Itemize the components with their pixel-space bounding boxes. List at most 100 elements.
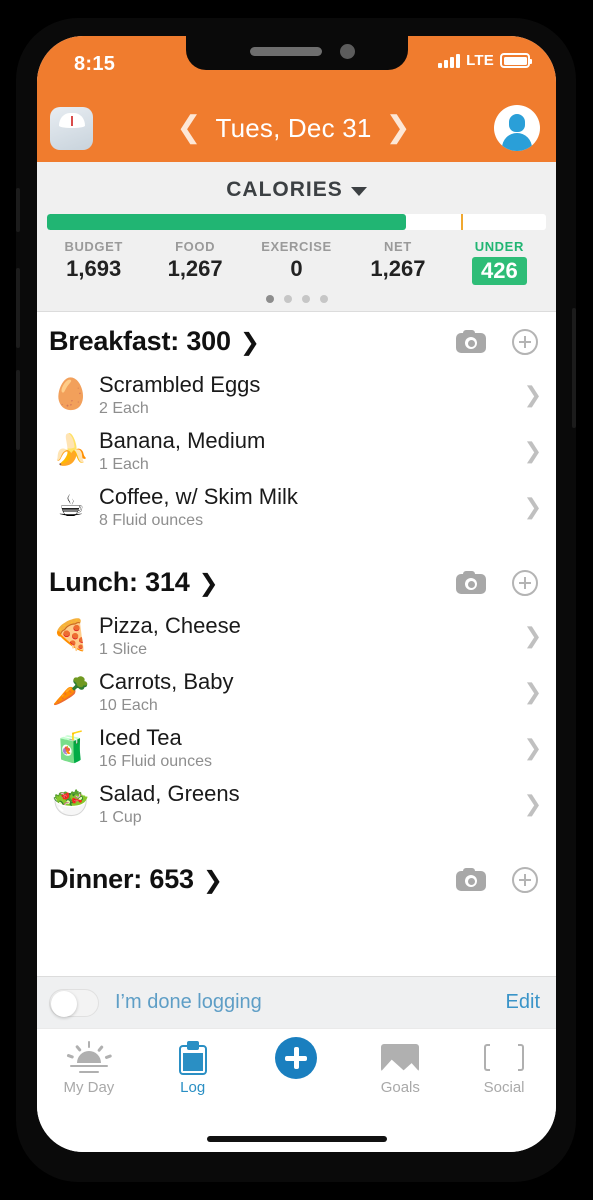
carrot-icon: 🥕 [52, 674, 90, 709]
food-item-row[interactable]: 🥗 Salad, Greens 1 Cup ❯ [37, 776, 556, 832]
calories-title-row[interactable]: CALORIES [37, 172, 556, 214]
food-item-row[interactable]: 🥚 Scrambled Eggs 2 Each ❯ [37, 367, 556, 423]
avatar-head [509, 114, 525, 132]
chevron-right-icon[interactable]: ❯ [518, 495, 542, 520]
chevron-down-icon[interactable] [350, 187, 367, 196]
earpiece-speaker-icon [249, 47, 322, 56]
food-item-text: Banana, Medium 1 Each [93, 428, 518, 474]
chevron-right-icon[interactable]: ❯ [518, 792, 542, 817]
stat-net: NET 1,267 [347, 239, 448, 285]
stat-label: FOOD [175, 239, 216, 254]
food-serving: 8 Fluid ounces [99, 511, 204, 529]
meal-header-lunch[interactable]: Lunch: 314 ❯ [37, 553, 556, 608]
food-serving: 16 Fluid ounces [99, 752, 212, 770]
add-circle-icon[interactable] [245, 1037, 349, 1079]
calorie-budget-tick [461, 214, 464, 230]
page-dots[interactable] [37, 295, 556, 303]
meal-list[interactable]: Breakfast: 300 ❯ 🥚 Scrambled Eggs 2 Each… [37, 312, 556, 976]
stat-value: 1,267 [167, 256, 223, 281]
chevron-right-icon[interactable]: ❯ [518, 624, 542, 649]
status-bar-indicators: LTE [438, 52, 532, 69]
food-item-row[interactable]: 🧃 Iced Tea 16 Fluid ounces ❯ [37, 720, 556, 776]
stat-exercise: EXERCISE 0 [246, 239, 347, 285]
plus-circle-icon[interactable] [512, 328, 538, 355]
sunrise-icon [37, 1039, 141, 1077]
status-badge: 426 [471, 257, 527, 285]
pizza-icon: 🍕 [52, 618, 90, 653]
calorie-progress-fill [47, 214, 407, 230]
volume-down-button[interactable] [16, 370, 20, 450]
food-name: Pizza, Cheese [99, 613, 241, 639]
current-date-label[interactable]: Tues, Dec 31 [215, 113, 371, 144]
page-dot[interactable] [319, 295, 328, 303]
food-serving: 1 Cup [99, 808, 142, 826]
page-dot[interactable] [301, 295, 310, 303]
camera-icon[interactable] [456, 571, 486, 594]
tab-social[interactable]: Social [452, 1039, 556, 1096]
coffee-icon: ☕ [57, 489, 85, 524]
mute-switch[interactable] [16, 188, 20, 232]
page-dot[interactable] [283, 295, 292, 303]
meal-actions [456, 569, 538, 596]
done-logging-label[interactable]: I’m done logging [115, 991, 262, 1014]
food-item-text: Salad, Greens 1 Cup [93, 781, 518, 827]
food-item-text: Pizza, Cheese 1 Slice [93, 613, 518, 659]
plus-circle-icon[interactable] [512, 866, 538, 893]
egg-icon: 🥚 [52, 377, 90, 412]
chevron-right-icon[interactable]: ❯ [518, 439, 542, 464]
food-serving: 2 Each [99, 399, 149, 417]
profile-avatar-icon[interactable] [494, 105, 540, 151]
tab-label: Log [180, 1079, 206, 1096]
stat-label: BUDGET [64, 239, 123, 254]
food-item-row[interactable]: ☕ Coffee, w/ Skim Milk 8 Fluid ounces ❯ [37, 479, 556, 535]
scale-dial [58, 112, 85, 128]
chevron-right-icon[interactable]: ❯ [518, 680, 542, 705]
chevron-left-icon[interactable]: ❮ [176, 113, 201, 143]
stat-value: 1,693 [66, 256, 122, 281]
meal-header-breakfast[interactable]: Breakfast: 300 ❯ [37, 312, 556, 367]
signal-bars-icon [438, 53, 461, 68]
camera-icon[interactable] [456, 330, 486, 353]
stat-food: FOOD 1,267 [144, 239, 245, 285]
salad-icon: 🥗 [52, 786, 90, 821]
food-item-row[interactable]: 🥕 Carrots, Baby 10 Each ❯ [37, 664, 556, 720]
camera-icon[interactable] [456, 868, 486, 891]
chevron-right-icon[interactable]: ❯ [386, 113, 411, 143]
food-name: Carrots, Baby [99, 669, 234, 695]
battery-full-icon [500, 53, 532, 68]
calories-summary-panel: CALORIES BUDGET 1,693 FOOD 1,267 EXERCIS… [37, 162, 556, 312]
meal-header-dinner[interactable]: Dinner: 653 ❯ [37, 850, 556, 905]
tab-log[interactable]: Log [141, 1039, 245, 1096]
chevron-right-icon[interactable]: ❯ [203, 868, 223, 892]
food-item-row[interactable]: 🍌 Banana, Medium 1 Each ❯ [37, 423, 556, 479]
banana-icon: 🍌 [52, 433, 90, 468]
food-item-text: Scrambled Eggs 2 Each [93, 372, 518, 418]
stat-budget: BUDGET 1,693 [43, 239, 144, 285]
edit-button[interactable]: Edit [506, 991, 540, 1014]
power-button[interactable] [572, 308, 576, 428]
page-dot[interactable] [265, 295, 274, 303]
avatar-body [502, 133, 532, 151]
meal-actions [456, 328, 538, 355]
tab-goals[interactable]: Goals [348, 1039, 452, 1096]
plus-circle-icon[interactable] [512, 569, 538, 596]
food-item-row[interactable]: 🍕 Pizza, Cheese 1 Slice ❯ [37, 608, 556, 664]
front-camera-icon [339, 44, 355, 59]
chevron-right-icon[interactable]: ❯ [518, 736, 542, 761]
chevron-right-icon[interactable]: ❯ [240, 330, 260, 354]
food-name: Coffee, w/ Skim Milk [99, 484, 298, 510]
bathroom-scale-icon[interactable] [50, 106, 93, 150]
tab-my-day[interactable]: My Day [37, 1039, 141, 1096]
phone-frame: 8:15 LTE ❮ Tues, Dec 31 ❯ CALORIES BUDGE… [16, 18, 576, 1182]
bottom-tab-bar: My Day Log Goals Social [37, 1028, 556, 1124]
meal-actions [456, 866, 538, 893]
chevron-right-icon[interactable]: ❯ [518, 383, 542, 408]
volume-up-button[interactable] [16, 268, 20, 348]
calorie-progress-bar [47, 214, 546, 230]
tab-label: Goals [380, 1079, 420, 1096]
done-logging-toggle[interactable] [49, 988, 99, 1017]
home-indicator[interactable] [37, 1124, 556, 1152]
food-name: Iced Tea [99, 725, 182, 751]
tab-add[interactable] [245, 1037, 349, 1079]
chevron-right-icon[interactable]: ❯ [199, 571, 219, 595]
